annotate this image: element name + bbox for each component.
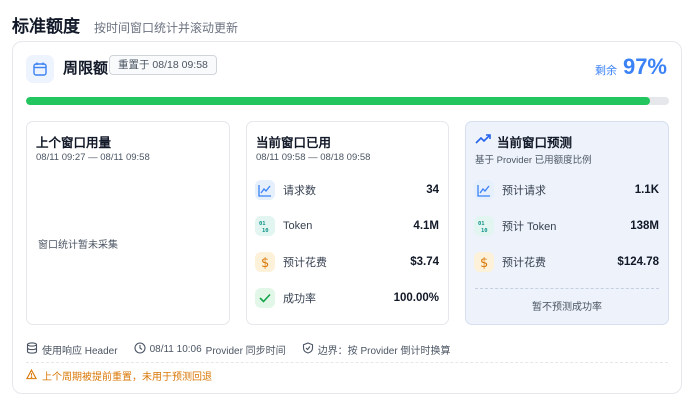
row-value: 100.00%: [393, 292, 439, 304]
warning-message: 上个周期被提前重置，未用于预测回退: [25, 368, 212, 383]
current-token-row: 01 10 Token 4.1M: [255, 215, 439, 237]
trend-up-icon: [475, 132, 491, 151]
calendar-icon: [26, 55, 54, 83]
forecast-note: 暂不预测成功率: [532, 302, 602, 313]
row-label: 请求数: [283, 185, 316, 197]
row-value: 1.1K: [634, 184, 659, 196]
row-value: 34: [426, 184, 439, 196]
current-window-panel: 当前窗口已用 08/11 09:58 — 08/18 09:58 请求数 34 …: [246, 121, 449, 325]
dollar-icon: $: [474, 252, 494, 272]
row-label: 成功率: [283, 293, 316, 305]
shield-icon: [302, 342, 314, 357]
check-icon: [255, 288, 275, 308]
svg-text:$: $: [480, 256, 488, 269]
quota-progress-bar: [26, 97, 669, 105]
quota-title: 周限额: [63, 60, 109, 77]
row-label: 预计花费: [283, 257, 327, 269]
forecast-requests-row: 预计请求 1.1K: [474, 179, 659, 201]
footer-boundary: 边界：按 Provider 倒计时换算: [317, 346, 451, 357]
svg-text:10: 10: [262, 228, 269, 233]
page-header: 标准额度 按时间窗口统计并滚动更新: [12, 12, 238, 36]
current-success-row: 成功率 100.00%: [255, 287, 439, 309]
previous-window-title: 上个窗口用量: [36, 136, 112, 150]
binary-icon: 01 10: [474, 216, 494, 236]
previous-window-panel: 上个窗口用量 08/11 09:27 — 08/11 09:58 窗口统计暂未采…: [26, 121, 230, 325]
footer-sync: Provider 同步时间: [205, 346, 286, 357]
svg-text:01: 01: [478, 221, 485, 227]
previous-window-range: 08/11 09:27 — 08/11 09:58: [36, 152, 150, 163]
footer-divider: [26, 362, 668, 363]
binary-icon: 01 10: [255, 216, 275, 236]
remaining-indicator: 剩余 97%: [595, 54, 667, 80]
current-window-range: 08/11 09:58 — 08/18 09:58: [256, 152, 371, 163]
row-label: 预计花费: [502, 257, 546, 269]
chart-line-icon: [474, 180, 494, 200]
row-label: 预计 Token: [502, 221, 557, 233]
remaining-value: 97%: [622, 54, 667, 79]
forecast-title: 当前窗口预测: [497, 136, 573, 150]
previous-window-empty-text: 窗口统计暂未采集: [38, 240, 118, 251]
forecast-cost-row: $ 预计花费 $124.78: [474, 251, 659, 273]
current-window-title: 当前窗口已用: [256, 136, 332, 150]
row-label: Token: [283, 220, 313, 232]
row-label: 预计请求: [502, 185, 546, 197]
forecast-panel: 当前窗口预测 基于 Provider 已用额度比例 预计请求 1.1K 01 10…: [465, 121, 669, 325]
footer-time: 08/11 10:06: [149, 344, 202, 355]
row-value: 4.1M: [413, 220, 439, 232]
forecast-divider: [475, 288, 659, 289]
forecast-subtitle: 基于 Provider 已用额度比例: [475, 155, 592, 166]
warning-icon: [25, 368, 38, 383]
info-footer: 使用响应 Header 08/11 10:06 Provider 同步时间 边界…: [26, 342, 450, 357]
forecast-token-row: 01 10 预计 Token 138M: [474, 215, 659, 237]
quota-card: 周限额 重置于 08/18 09:58 剩余 97% 上个窗口用量 08/11 …: [12, 41, 682, 394]
footer-source: 使用响应 Header: [42, 346, 118, 357]
page-subtitle: 按时间窗口统计并滚动更新: [94, 21, 239, 35]
svg-text:01: 01: [259, 221, 266, 227]
row-value: $124.78: [617, 256, 659, 268]
clock-icon: [134, 342, 146, 357]
current-cost-row: $ 预计花费 $3.74: [255, 251, 439, 273]
page-title: 标准额度: [12, 17, 80, 36]
row-value: $3.74: [410, 256, 439, 268]
warning-text: 上个周期被提前重置，未用于预测回退: [42, 372, 212, 383]
quota-progress-fill: [26, 97, 650, 105]
svg-text:$: $: [261, 256, 269, 269]
reset-badge: 重置于 08/18 09:58: [109, 55, 217, 75]
database-icon: [26, 342, 38, 357]
chart-line-icon: [255, 180, 275, 200]
current-requests-row: 请求数 34: [255, 179, 439, 201]
row-value: 138M: [630, 220, 659, 232]
remaining-label: 剩余: [594, 65, 617, 77]
svg-text:10: 10: [481, 228, 488, 233]
dollar-icon: $: [255, 252, 275, 272]
